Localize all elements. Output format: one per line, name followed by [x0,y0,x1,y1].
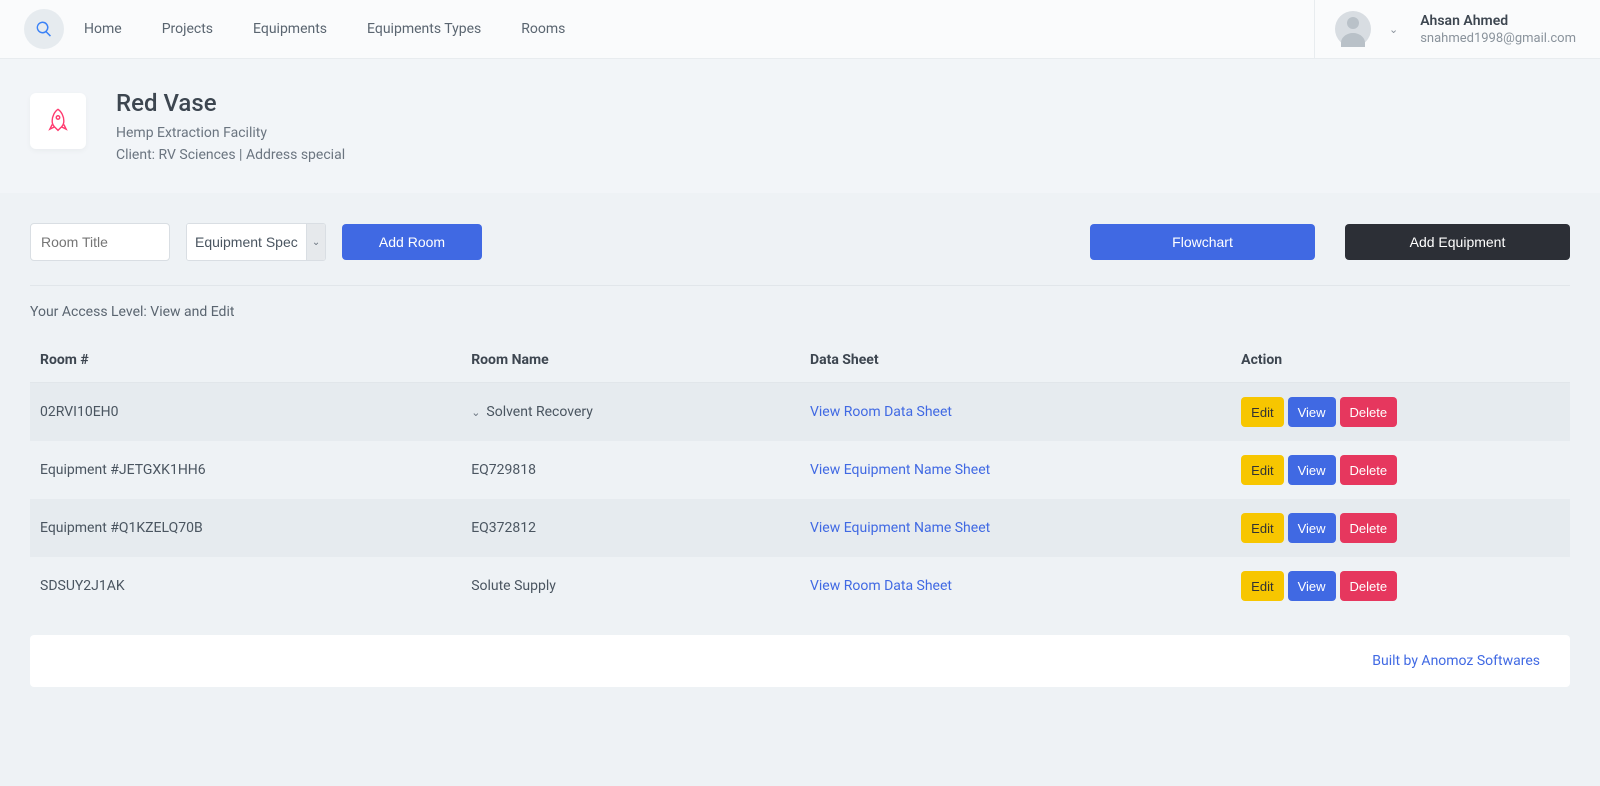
divider [30,285,1570,286]
cell-action: EditViewDelete [1231,557,1570,615]
view-button[interactable]: View [1288,571,1336,601]
equipment-spec-select-field[interactable]: Equipment Spec [187,224,306,260]
search-icon [35,20,53,38]
chevron-down-icon[interactable]: ⌄ [471,406,480,419]
edit-button[interactable]: Edit [1241,513,1283,543]
access-level-value: View and Edit [150,304,234,320]
view-button[interactable]: View [1288,397,1336,427]
add-equipment-button[interactable]: Add Equipment [1345,224,1570,260]
data-sheet-link[interactable]: View Equipment Name Sheet [810,520,990,536]
room-name-text: EQ372812 [471,520,536,536]
user-email: snahmed1998@gmail.com [1420,31,1576,46]
table-row: SDSUY2J1AK Solute Supply View Room Data Sh… [30,557,1570,615]
room-name-text: EQ729818 [471,462,536,478]
nav-link-equipments[interactable]: Equipments [253,21,327,37]
table-row: 02RVI10EH0 ⌄ Solvent Recovery View Room Dat… [30,383,1570,442]
col-room-no: Room # [30,338,461,383]
equipment-spec-select[interactable]: Equipment Spec ⌄ [186,223,326,261]
cell-room-name: EQ372812 [461,499,800,557]
cell-data-sheet: View Equipment Name Sheet [800,441,1231,499]
edit-button[interactable]: Edit [1241,455,1283,485]
table-row: Equipment #Q1KZELQ70B EQ372812 View Equipm… [30,499,1570,557]
data-sheet-link[interactable]: View Equipment Name Sheet [810,462,990,478]
nav-links: Home Projects Equipments Equipments Type… [84,21,565,37]
avatar-icon [1335,11,1371,47]
rooms-table: Room # Room Name Data Sheet Action 02RVI… [30,338,1570,615]
project-subtitle: Hemp Extraction Facility [116,125,345,141]
nav-link-equipments-types[interactable]: Equipments Types [367,21,481,37]
room-title-input[interactable] [30,223,170,261]
cell-room-id: 02RVI10EH0 [30,383,461,442]
user-text: Ahsan Ahmed snahmed1998@gmail.com [1420,13,1576,46]
table-row: Equipment #JETGXK1HH6 EQ729818 View Equipm… [30,441,1570,499]
edit-button[interactable]: Edit [1241,571,1283,601]
cell-data-sheet: View Room Data Sheet [800,383,1231,442]
nav-link-home[interactable]: Home [84,21,122,37]
project-logo [30,93,86,149]
cell-room-id: Equipment #JETGXK1HH6 [30,441,461,499]
cell-room-id: Equipment #Q1KZELQ70B [30,499,461,557]
footer-credit-link[interactable]: Built by Anomoz Softwares [1372,653,1540,669]
rocket-icon [44,107,72,135]
data-sheet-link[interactable]: View Room Data Sheet [810,404,952,420]
nav-link-rooms[interactable]: Rooms [521,21,565,37]
view-button[interactable]: View [1288,455,1336,485]
delete-button[interactable]: Delete [1340,513,1398,543]
add-room-button[interactable]: Add Room [342,224,482,260]
cell-room-id: SDSUY2J1AK [30,557,461,615]
user-menu[interactable]: ⌄ Ahsan Ahmed snahmed1998@gmail.com [1314,0,1576,58]
chevron-down-icon[interactable]: ⌄ [306,224,325,260]
cell-data-sheet: View Room Data Sheet [800,557,1231,615]
header-text: Red Vase Hemp Extraction Facility Client… [116,89,345,163]
nav-link-projects[interactable]: Projects [162,21,213,37]
delete-button[interactable]: Delete [1340,397,1398,427]
col-data-sheet: Data Sheet [800,338,1231,383]
cell-action: EditViewDelete [1231,441,1570,499]
col-room-name: Room Name [461,338,800,383]
flowchart-button[interactable]: Flowchart [1090,224,1315,260]
access-level-label: Your Access Level: [30,304,150,320]
avatar [1335,11,1371,47]
page-title: Red Vase [116,89,345,117]
room-name-text: Solute Supply [471,578,556,594]
cell-room-name: EQ729818 [461,441,800,499]
access-level: Your Access Level: View and Edit [30,304,1570,320]
view-button[interactable]: View [1288,513,1336,543]
toolbar: Equipment Spec ⌄ Add Room Flowchart Add … [30,193,1570,285]
cell-room-name: Solute Supply [461,557,800,615]
user-name: Ahsan Ahmed [1420,13,1576,29]
project-client-address: Client: RV Sciences | Address special [116,147,345,163]
footer: Built by Anomoz Softwares [30,635,1570,687]
delete-button[interactable]: Delete [1340,571,1398,601]
edit-button[interactable]: Edit [1241,397,1283,427]
cell-action: EditViewDelete [1231,499,1570,557]
search-button[interactable] [24,9,64,49]
col-action: Action [1231,338,1570,383]
content: Equipment Spec ⌄ Add Room Flowchart Add … [0,193,1600,707]
chevron-down-icon: ⌄ [1389,23,1398,36]
cell-data-sheet: View Equipment Name Sheet [800,499,1231,557]
cell-action: EditViewDelete [1231,383,1570,442]
cell-room-name: ⌄ Solvent Recovery [461,383,800,442]
room-name-text: Solvent Recovery [486,404,592,420]
delete-button[interactable]: Delete [1340,455,1398,485]
topbar: Home Projects Equipments Equipments Type… [0,0,1600,59]
page-header: Red Vase Hemp Extraction Facility Client… [0,59,1600,193]
data-sheet-link[interactable]: View Room Data Sheet [810,578,952,594]
